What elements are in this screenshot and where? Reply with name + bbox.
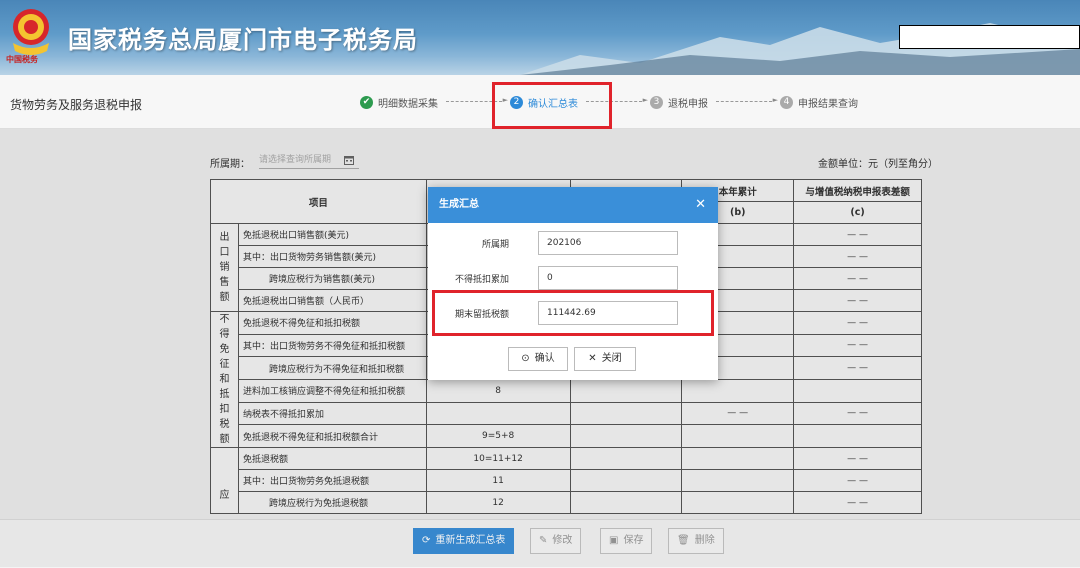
- confirm-button[interactable]: ⊙ 确认: [508, 347, 568, 371]
- dialog-nondeduct-label: 不得抵扣累加: [454, 275, 509, 285]
- dialog-period-input[interactable]: 202106: [538, 231, 678, 255]
- step-1[interactable]: ✔ 明细数据采集: [360, 95, 438, 110]
- site-title: 国家税务总局厦门市电子税务局: [68, 26, 418, 54]
- step-4-label: 申报结果查询: [798, 99, 858, 110]
- check-circle-icon: ⊙: [521, 353, 530, 364]
- close-icon: ✕: [588, 353, 597, 364]
- page-title: 货物劳务及服务退税申报: [10, 98, 143, 112]
- header-banner: 中国税务 国家税务总局厦门市电子税务局: [0, 0, 1080, 75]
- step-4[interactable]: 4 申报结果查询: [780, 95, 858, 110]
- dialog-title: 生成汇总: [439, 199, 479, 210]
- emblem-caption: 中国税务: [6, 54, 38, 64]
- period-row: 所属期 202106: [428, 231, 718, 255]
- highlight-endtax-row: [432, 290, 714, 336]
- dialog-period-label: 所属期: [481, 240, 509, 250]
- step-4-number: 4: [780, 96, 793, 109]
- highlight-step-2: [492, 82, 612, 129]
- nondeduct-row: 不得抵扣累加 0: [428, 266, 718, 290]
- close-button[interactable]: ✕ 关闭: [574, 347, 636, 371]
- check-icon: ✔: [360, 96, 373, 109]
- step-3[interactable]: 3 退税申报: [650, 95, 708, 110]
- close-icon[interactable]: ✕: [695, 187, 706, 223]
- step-3-label: 退税申报: [668, 99, 708, 110]
- step-connector: [716, 96, 778, 104]
- dialog-header: 生成汇总 ✕: [428, 187, 718, 223]
- dialog-nondeduct-input[interactable]: 0: [538, 266, 678, 290]
- step-1-label: 明细数据采集: [378, 99, 438, 110]
- generate-summary-dialog: 生成汇总 ✕ 所属期 202106 不得抵扣累加 0 期末留抵税额 111442…: [428, 187, 718, 380]
- step-3-number: 3: [650, 96, 663, 109]
- redacted-user-area: [899, 25, 1080, 49]
